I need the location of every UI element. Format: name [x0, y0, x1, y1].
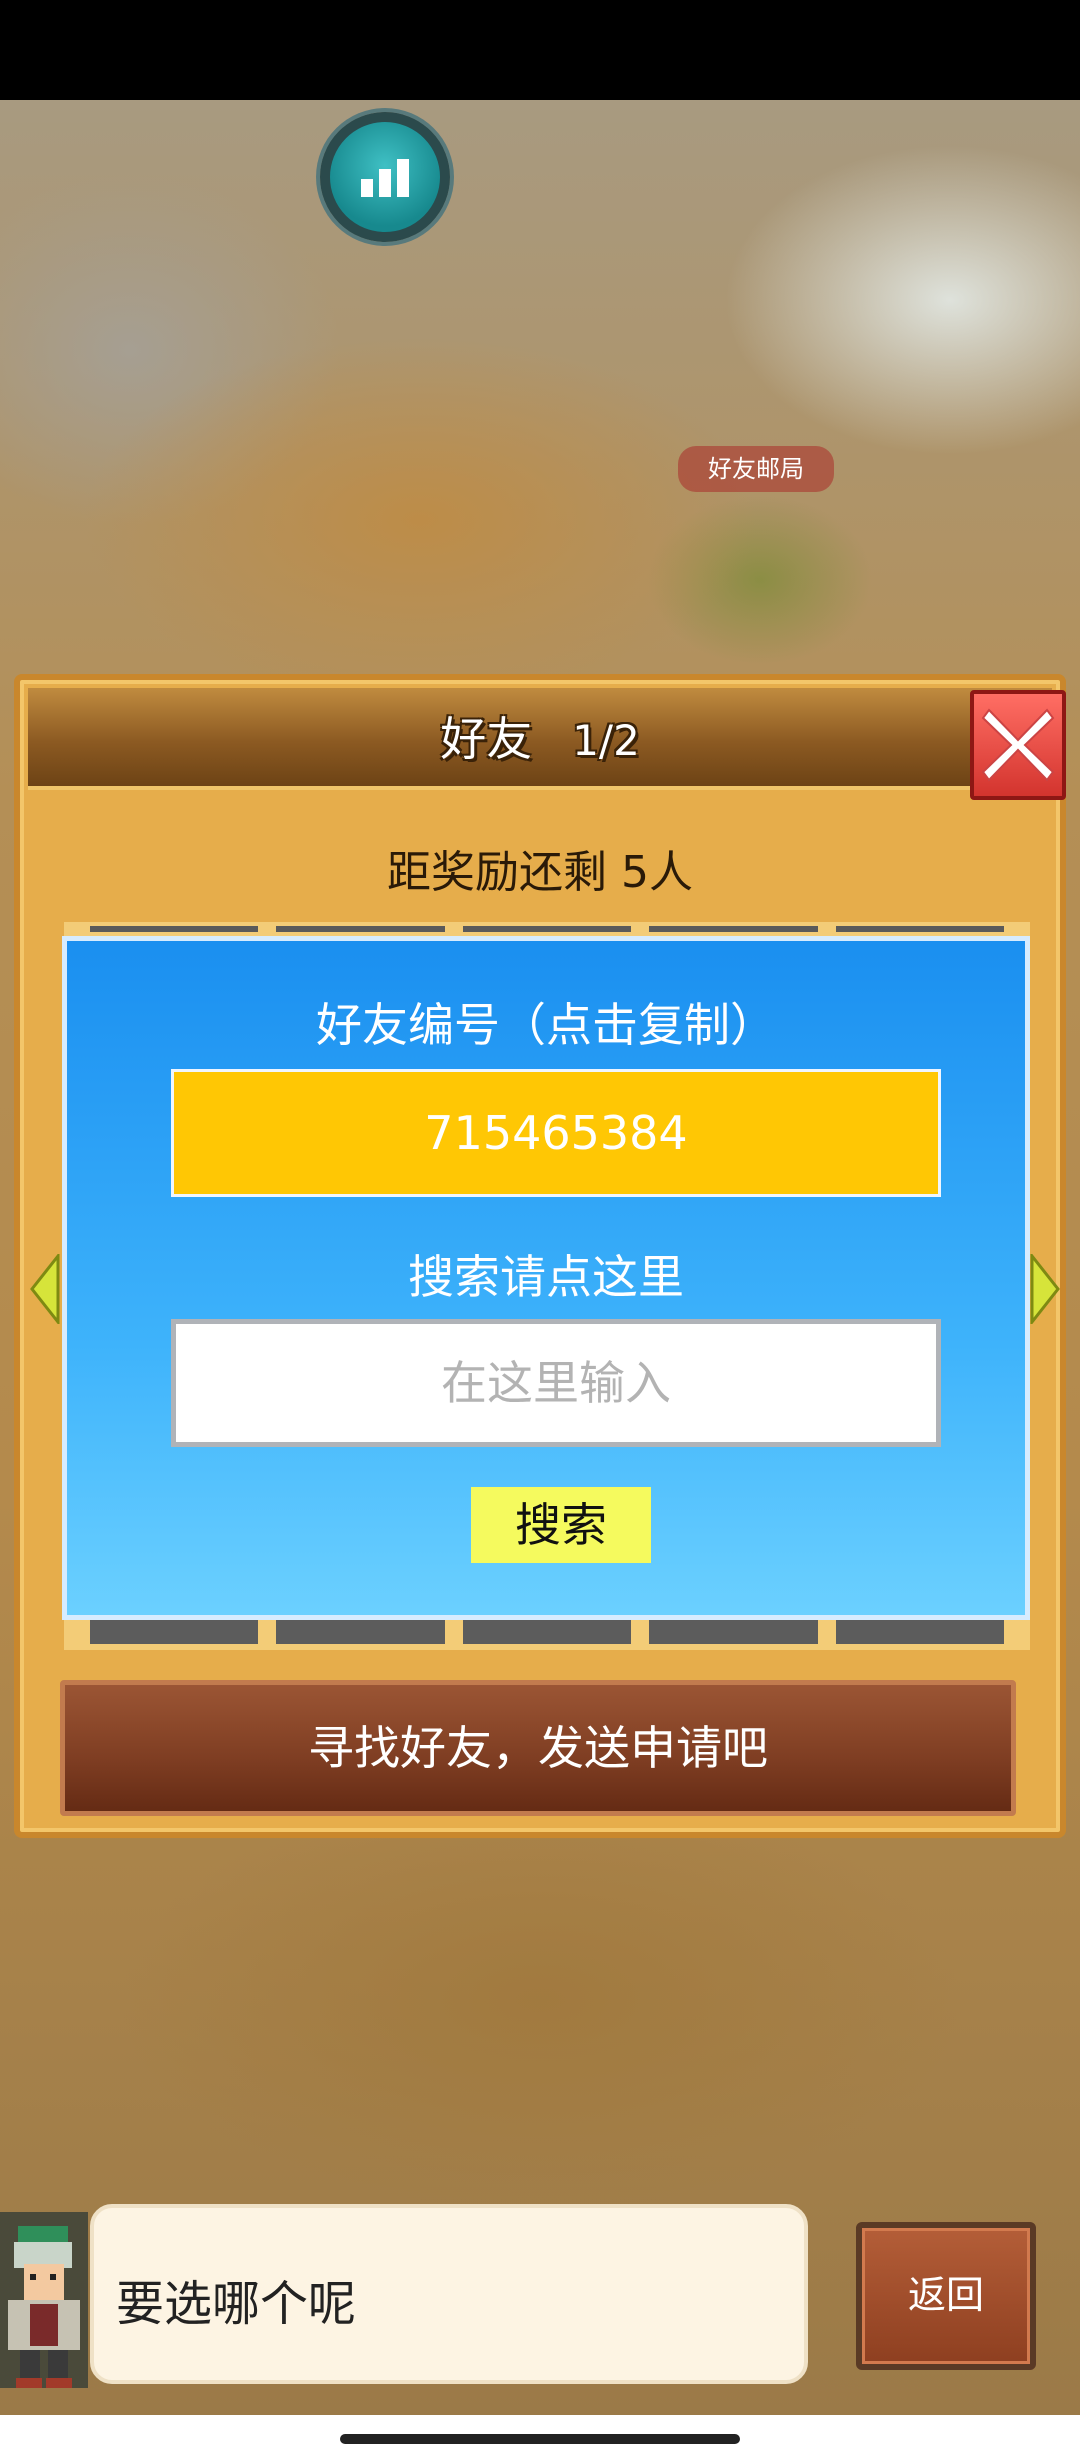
- tab-slot: [276, 926, 445, 932]
- reward-remaining-text: 距奖励还剩 5人: [387, 847, 693, 898]
- status-bar: [0, 0, 1080, 100]
- tab-slot: [90, 1620, 259, 1644]
- friend-id-copy-box[interactable]: 715465384: [171, 1069, 941, 1197]
- find-friends-button[interactable]: 寻找好友，发送申请吧: [60, 1680, 1016, 1816]
- arrow-right-icon[interactable]: [1030, 1254, 1060, 1324]
- friend-id-panel: 好友编号（点击复制） 715465384 搜索请点这里 在这里输入 搜索: [62, 936, 1030, 1620]
- tab-slot: [462, 1620, 632, 1644]
- friend-post-office-label[interactable]: 好友邮局: [678, 446, 834, 492]
- friends-dialog: 好友 1/2 距奖励还剩 5人 好友编号（点击复制） 715465384 搜索请点…: [14, 674, 1066, 1838]
- tab-strip-bottom: [64, 1620, 1030, 1650]
- dialog-title-text: 好友: [440, 712, 533, 766]
- back-button[interactable]: 返回: [856, 2222, 1036, 2370]
- search-button[interactable]: 搜索: [471, 1487, 651, 1563]
- search-label: 搜索请点这里: [408, 1250, 684, 1304]
- tab-slot: [835, 926, 1005, 932]
- tab-slot: [90, 926, 259, 932]
- close-icon: [981, 708, 1055, 782]
- speech-bubble: 要选哪个呢: [90, 2204, 808, 2384]
- friend-id-label: 好友编号（点击复制）: [316, 998, 776, 1052]
- dialog-header: 好友 1/2: [28, 688, 1052, 790]
- stats-button[interactable]: [320, 112, 450, 242]
- speech-text: 要选哪个呢: [116, 2276, 357, 2332]
- dialog-title: 好友 1/2: [28, 688, 1052, 790]
- advisor-avatar: [0, 2212, 88, 2388]
- page-indicator: 1/2: [572, 716, 640, 765]
- search-input[interactable]: 在这里输入: [171, 1319, 941, 1447]
- home-indicator[interactable]: [340, 2434, 740, 2444]
- tab-slot: [835, 1620, 1005, 1644]
- tab-slot: [649, 926, 818, 932]
- bar-chart-icon: [361, 159, 409, 197]
- tab-slot: [462, 926, 632, 932]
- arrow-left-icon[interactable]: [30, 1254, 60, 1324]
- tab-slot: [276, 1620, 445, 1644]
- close-button[interactable]: [970, 690, 1066, 800]
- tab-slot: [649, 1620, 818, 1644]
